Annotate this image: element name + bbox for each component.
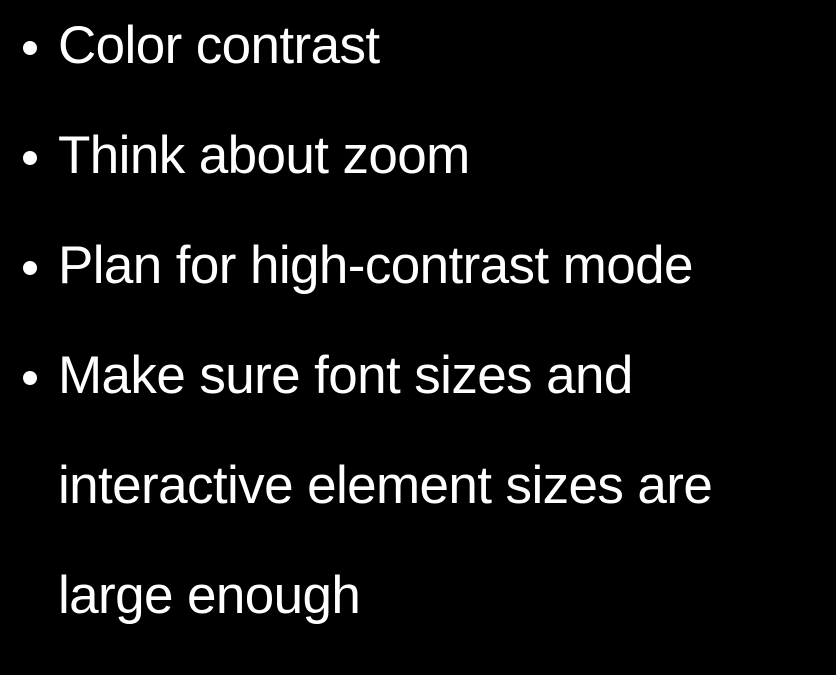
bullet-item-sizes: Make sure font sizes and interactive ele… — [0, 321, 836, 651]
bullet-text: Plan for high-contrast mode — [58, 236, 693, 295]
bullet-item-color-contrast: Color contrast — [0, 0, 836, 101]
slide: Color contrast Think about zoom Plan for… — [0, 0, 836, 675]
bullet-icon — [23, 371, 37, 385]
bullet-text: Think about zoom — [58, 126, 470, 185]
bullet-text: Color contrast — [58, 16, 380, 75]
bullet-icon — [23, 41, 37, 55]
bullet-icon — [23, 151, 37, 165]
bullet-icon — [23, 261, 37, 275]
bullet-item-zoom: Think about zoom — [0, 101, 836, 211]
bullet-item-high-contrast: Plan for high-contrast mode — [0, 211, 836, 321]
bullet-text: Make sure font sizes and interactive ele… — [58, 346, 713, 625]
bullet-list: Color contrast Think about zoom Plan for… — [0, 0, 836, 651]
